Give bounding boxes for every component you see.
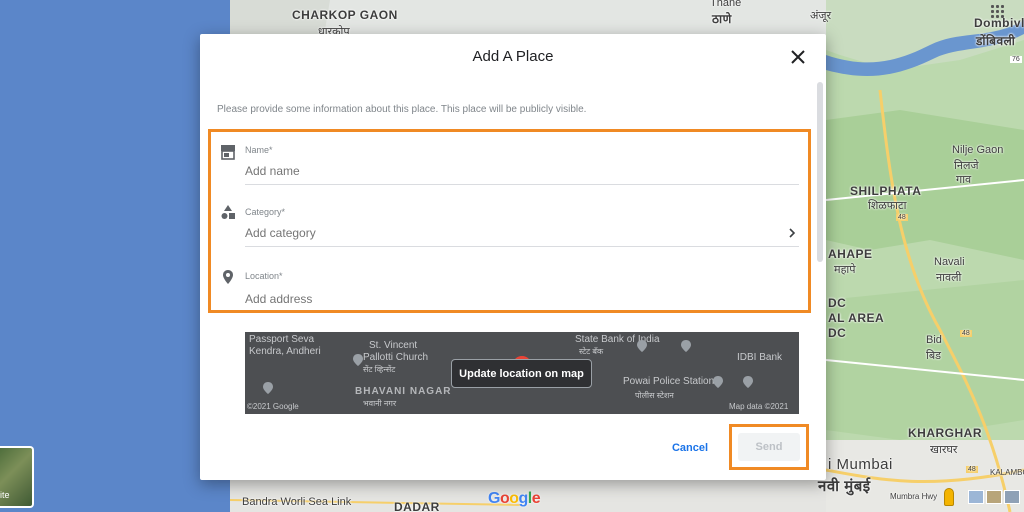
- map-label-mumbra-hwy: Mumbra Hwy: [890, 492, 938, 501]
- mini-map-label: St. Vincent: [369, 340, 418, 351]
- store-icon: [221, 145, 235, 160]
- layer-thumbnails[interactable]: [968, 490, 1020, 504]
- map-label-anjur: अंजूर: [810, 10, 832, 22]
- map-label-charkop: CHARKOP GAON: [292, 8, 398, 22]
- poi-pin-icon: [713, 376, 723, 388]
- google-logo: Google: [488, 490, 541, 508]
- google-logo-letter: G: [488, 490, 500, 507]
- name-input[interactable]: [245, 164, 799, 178]
- map-label-dc-1: DC: [828, 296, 847, 310]
- map-label-dadar: DADAR: [394, 500, 440, 512]
- google-logo-letter: o: [499, 490, 510, 507]
- mini-map-label: BHAVANI NAGAR: [355, 386, 452, 397]
- pegman-icon[interactable]: [944, 488, 954, 506]
- google-logo-letter: g: [518, 490, 529, 507]
- map-label-navali-marathi: नावली: [936, 272, 962, 284]
- map-label-kalamboli: KALAMBOLI: [990, 468, 1024, 477]
- poi-pin-icon: [681, 340, 691, 352]
- satellite-layer-toggle[interactable]: ite: [0, 446, 34, 508]
- category-underline: [245, 246, 799, 247]
- mini-map-label: IDBI Bank: [737, 352, 783, 363]
- mini-map-label: स्टेट बँक: [579, 347, 604, 356]
- map-label-dombivli: Dombivli: [974, 16, 1024, 30]
- map-label-kharghar: KHARGHAR: [908, 426, 982, 440]
- apps-grid-icon[interactable]: [990, 4, 1004, 18]
- map-label-kharghar-marathi: खारघर: [930, 444, 958, 456]
- mini-map-attribution: ©2021 Google: [247, 402, 299, 411]
- mini-map-label: Kendra, Andheri: [249, 346, 321, 357]
- category-input[interactable]: [245, 226, 799, 240]
- map-label-area: AL AREA: [828, 311, 885, 325]
- dialog-title: Add A Place: [472, 48, 554, 65]
- poi-pin-icon: [263, 382, 273, 394]
- map-label-nilje: Nilje Gaon: [952, 144, 1004, 156]
- location-input[interactable]: [245, 292, 799, 306]
- mini-map-label: Passport Seva: [249, 334, 315, 345]
- location-label: Location*: [245, 271, 283, 281]
- map-label-shilphata: SHILPHATA: [850, 184, 922, 198]
- google-logo-letter: o: [509, 490, 519, 507]
- layer-thumb[interactable]: [1004, 490, 1020, 504]
- mini-map-label: पोलीस स्टेशन: [635, 391, 674, 400]
- road-shield-2: 48: [896, 214, 908, 221]
- mini-map-label: सेंट व्हिन्सेंट: [363, 365, 396, 374]
- layer-thumb[interactable]: [986, 490, 1002, 504]
- map-label-thane-marathi: ठाणे: [712, 12, 732, 26]
- google-logo-letter: e: [531, 490, 541, 507]
- name-label: Name*: [245, 145, 273, 155]
- poi-pin-icon: [637, 340, 647, 352]
- map-label-gaon-marathi: गाव: [956, 174, 972, 186]
- map-label-mahape: AHAPE: [828, 247, 873, 261]
- chevron-right-icon: [789, 228, 796, 238]
- location-pin-icon: [223, 270, 233, 284]
- close-button[interactable]: [788, 47, 808, 67]
- map-label-bid-marathi: बिड: [926, 350, 942, 362]
- map-label-nilje-marathi: निलजे: [954, 160, 979, 172]
- map-label-mahape-marathi: महापे: [834, 264, 856, 276]
- mini-map-data-attribution: Map data ©2021: [729, 402, 789, 411]
- mini-map-label: भवानी नगर: [363, 399, 397, 408]
- add-place-dialog: Add A Place Please provide some informat…: [200, 34, 826, 480]
- road-shield-1: 76: [1010, 56, 1022, 63]
- mini-map-label: Pallotti Church: [363, 352, 429, 363]
- cancel-button[interactable]: Cancel: [660, 436, 720, 460]
- poi-pin-icon: [353, 354, 363, 366]
- dialog-scrollbar[interactable]: [817, 82, 823, 262]
- map-label-dc-2: DC: [828, 326, 847, 340]
- map-label-navi-mumbai-marathi: नवी मुंबई: [818, 478, 871, 495]
- map-label-dombivli-marathi: डोंबिवली: [976, 34, 1016, 48]
- send-button-highlight: Send: [729, 424, 809, 470]
- category-shapes-icon: [221, 205, 235, 219]
- map-label-bid: Bid: [926, 334, 942, 346]
- road-shield-4: 48: [966, 466, 978, 473]
- dialog-intro-text: Please provide some information about th…: [217, 104, 587, 115]
- close-icon: [791, 50, 805, 64]
- name-underline: [245, 184, 799, 185]
- update-location-button[interactable]: Update location on map: [451, 359, 592, 388]
- category-label: Category*: [245, 207, 286, 217]
- mini-map-label: Powai Police Station: [623, 376, 715, 387]
- send-button[interactable]: Send: [738, 433, 800, 461]
- map-label-navali: Navali: [934, 256, 965, 268]
- required-fields-highlight: Name* Category* Location*: [208, 129, 811, 313]
- poi-pin-icon: [743, 376, 753, 388]
- satellite-label: ite: [0, 490, 10, 500]
- map-label-shilphata-marathi: शिळफाटा: [868, 200, 907, 212]
- layer-thumb[interactable]: [968, 490, 984, 504]
- map-label-sea-link: Bandra Worli Sea Link: [242, 496, 352, 508]
- road-shield-3: 48: [960, 330, 972, 337]
- map-label-navi-mumbai: i Mumbai: [828, 456, 893, 473]
- map-label-thane: Thane: [710, 0, 742, 9]
